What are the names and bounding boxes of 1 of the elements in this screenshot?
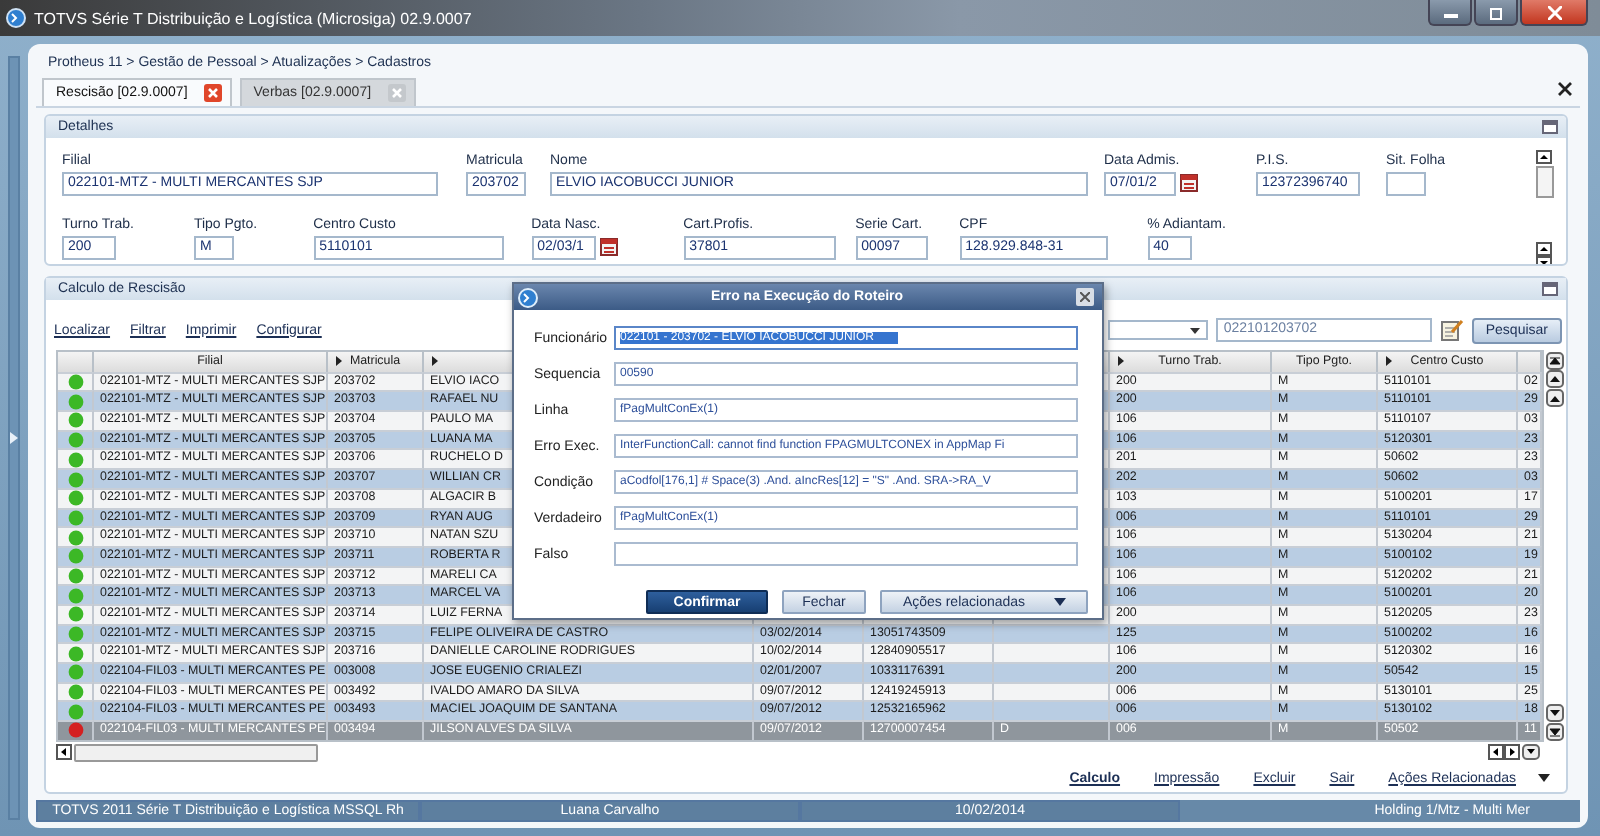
window-title: TOTVS Série T Distribuição e Logística (Microsiga) 02.9.0007 — [34, 9, 472, 27]
